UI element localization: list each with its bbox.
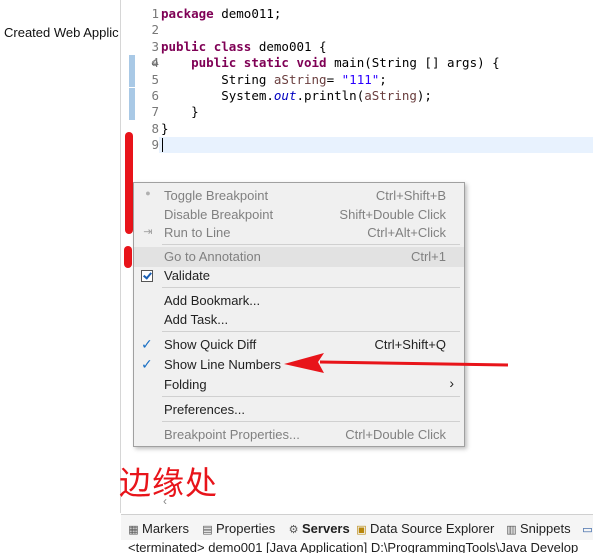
line-number: 3	[151, 38, 159, 54]
tab-snippets[interactable]: ▥ Snippets	[505, 521, 570, 536]
code-line: }	[191, 104, 199, 120]
code-area[interactable]: package demo011; public class demo001 { …	[161, 6, 500, 154]
text-caret	[162, 138, 163, 152]
servers-icon: ⚙	[288, 524, 299, 536]
annotation-arrow-icon	[284, 353, 509, 373]
line-number-ruler[interactable]: 1 2 3 4 5 6 7 8 9	[137, 6, 159, 154]
snippets-icon: ▥	[506, 524, 517, 536]
tab-markers[interactable]: ▦ Markers	[127, 521, 189, 536]
menu-separator	[162, 331, 460, 332]
console-icon[interactable]: ▭	[581, 521, 593, 536]
menu-item-validate[interactable]: Validate	[134, 266, 464, 286]
annotation-red-mark	[124, 246, 132, 268]
quick-diff-marker[interactable]	[129, 104, 135, 120]
menu-item-run-to-line[interactable]: ⇥ Run to Line Ctrl+Alt+Click	[134, 223, 464, 243]
validate-checkbox-icon	[141, 270, 153, 282]
annotation-text: 边缘处	[119, 464, 219, 502]
menu-item-add-task[interactable]: Add Task...	[134, 310, 464, 330]
line-number: 5	[151, 71, 159, 87]
code-line: public static void main(String [] args) …	[191, 55, 500, 71]
line-number: 9	[151, 137, 159, 153]
tab-servers[interactable]: ⚙ Servers	[287, 521, 350, 536]
menu-item-breakpoint-properties[interactable]: Breakpoint Properties... Ctrl+Double Cli…	[134, 425, 464, 445]
code-line: package demo011;	[161, 6, 282, 21]
annotation-red-mark	[125, 132, 133, 234]
menu-item-preferences[interactable]: Preferences...	[134, 400, 464, 420]
line-number: 2	[151, 22, 159, 38]
menu-item-add-bookmark[interactable]: Add Bookmark...	[134, 291, 464, 311]
code-line: }	[161, 120, 169, 136]
bottom-view-tabs: ▦ Markers ▤ Properties ⚙ Servers ▣ Data Sour…	[121, 514, 593, 541]
breakpoint-icon: ●	[145, 188, 151, 198]
menu-separator	[162, 396, 460, 397]
menu-item-toggle-breakpoint[interactable]: ● Toggle Breakpoint Ctrl+Shift+B	[134, 186, 464, 206]
quick-diff-marker[interactable]	[129, 55, 135, 71]
checkmark-icon: ✓	[141, 356, 153, 372]
line-number: 1	[151, 6, 159, 21]
data-source-icon: ▣	[356, 524, 367, 536]
fold-collapse-icon[interactable]: ⊖	[151, 59, 159, 69]
menu-separator	[162, 287, 460, 288]
menu-separator	[162, 244, 460, 245]
markers-icon: ▦	[128, 524, 139, 536]
menu-separator	[162, 421, 460, 422]
project-explorer-item[interactable]: Created Web Applic	[4, 25, 119, 40]
quick-diff-marker[interactable]	[129, 88, 135, 104]
menu-item-disable-breakpoint[interactable]: Disable Breakpoint Shift+Double Click	[134, 205, 464, 225]
run-to-line-icon: ⇥	[143, 226, 153, 238]
code-line: public class demo001 {	[161, 38, 327, 54]
quick-diff-marker[interactable]	[129, 71, 135, 87]
line-number: 7	[151, 104, 159, 120]
menu-item-go-to-annotation[interactable]: Go to Annotation Ctrl+1	[134, 247, 464, 267]
ruler-context-menu: ● Toggle Breakpoint Ctrl+Shift+B Disable…	[133, 182, 465, 447]
console-status: <terminated> demo001 [Java Application] …	[121, 540, 593, 553]
code-line: System.out.println(aString);	[221, 87, 432, 103]
tab-data-source-explorer[interactable]: ▣ Data Source Explorer	[355, 521, 494, 536]
line-number: 6	[151, 87, 159, 103]
code-line: String aString= "111";	[221, 71, 387, 87]
line-number: 8	[151, 120, 159, 136]
project-explorer-panel: Created Web Applic	[0, 0, 121, 513]
checkmark-icon: ✓	[141, 336, 153, 352]
tab-properties[interactable]: ▤ Properties	[201, 521, 275, 536]
properties-icon: ▤	[202, 524, 213, 536]
